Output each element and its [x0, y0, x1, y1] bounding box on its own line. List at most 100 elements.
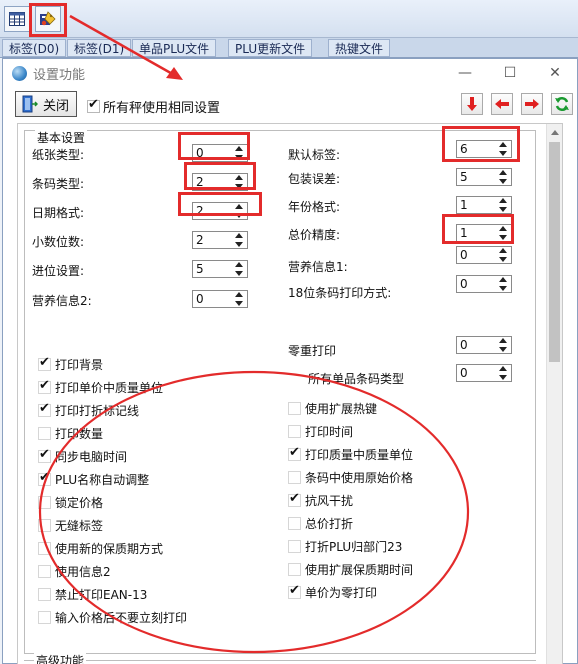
all-plu-barcode-type-spinner[interactable]: 0 [456, 364, 512, 382]
left-option-checkbox-box[interactable] [38, 427, 51, 440]
left-option-checkbox-2[interactable]: 打印打折标记线 [38, 401, 139, 419]
left-option-checkbox-box[interactable] [38, 542, 51, 555]
barcode18-print-label: 18位条码打印方式: [288, 286, 392, 300]
zero-weight-print-value: 0 [460, 338, 468, 352]
left-option-checkbox-5[interactable]: PLU名称自动调整 [38, 470, 149, 488]
package-tolerance-value: 5 [460, 170, 468, 184]
package-tolerance-spinner[interactable]: 5 [456, 168, 512, 186]
right-option-checkbox-box[interactable] [288, 540, 301, 553]
left-option-checkbox-label: 打印背景 [55, 358, 104, 372]
vertical-scrollbar[interactable] [546, 124, 562, 664]
right-option-checkbox-7[interactable]: 使用扩展保质期时间 [288, 561, 413, 578]
left-option-checkbox-0[interactable]: 打印背景 [38, 355, 104, 373]
right-option-checkbox-label: 使用扩展保质期时间 [305, 563, 414, 577]
left-option-checkbox-box[interactable] [38, 447, 51, 463]
right-option-checkbox-2[interactable]: 打印质量中质量单位 [288, 445, 413, 463]
left-option-checkbox-label: 锁定价格 [55, 496, 104, 510]
left-option-checkbox-7[interactable]: 无缝标签 [38, 517, 103, 534]
left-option-checkbox-label: 使用新的保质期方式 [55, 542, 164, 556]
dialog-titlebar[interactable]: 设置功能 — ☐ ✕ [3, 59, 577, 87]
left-option-checkbox-box[interactable] [38, 565, 51, 578]
move-right-button[interactable] [521, 93, 543, 115]
scrollbar-thumb[interactable] [549, 142, 560, 362]
tab-plu-file[interactable]: 单品PLU文件 [132, 39, 217, 57]
scroll-up-icon[interactable] [547, 124, 562, 140]
left-option-checkbox-4[interactable]: 同步电脑时间 [38, 447, 127, 465]
right-option-checkbox-3[interactable]: 条码中使用原始价格 [288, 469, 413, 486]
barcode18-print-spinner[interactable]: 0 [456, 275, 512, 293]
nutrition-info2-spinner[interactable]: 0 [192, 290, 248, 308]
right-option-checkbox-label: 抗风干扰 [305, 494, 354, 508]
left-option-checkbox-1[interactable]: 打印单价中质量单位 [38, 378, 163, 396]
total-price-precision-spinner[interactable]: 1 [456, 224, 512, 242]
left-option-checkbox-label: 无缝标签 [55, 519, 104, 533]
table-icon[interactable] [4, 6, 30, 32]
left-option-checkbox-11[interactable]: 输入价格后不要立刻打印 [38, 609, 187, 626]
right-option-checkbox-label: 打印时间 [305, 425, 354, 439]
move-left-button[interactable] [491, 93, 513, 115]
left-option-checkbox-box[interactable] [38, 496, 51, 509]
default-label-spinner[interactable]: 6 [456, 140, 512, 158]
left-option-checkbox-label: 打印数量 [55, 427, 104, 441]
year-format-spinner[interactable]: 1 [456, 196, 512, 214]
right-option-checkbox-box[interactable] [288, 517, 301, 530]
tab-plu-update-file[interactable]: PLU更新文件 [228, 39, 313, 57]
same-settings-checkbox[interactable]: 所有秤使用相同设置 [87, 97, 220, 116]
right-option-checkbox-box[interactable] [288, 425, 301, 438]
tab-label-d1[interactable]: 标签(D1) [67, 39, 132, 57]
barcode-type-spinner[interactable]: 2 [192, 173, 248, 191]
default-label-value: 6 [460, 142, 468, 156]
rounding-spinner[interactable]: 5 [192, 260, 248, 278]
right-option-checkbox-4[interactable]: 抗风干扰 [288, 491, 354, 509]
move-down-button[interactable] [461, 93, 483, 115]
basic-settings-title: 基本设置 [35, 129, 88, 146]
globe-icon [12, 66, 27, 81]
close-button[interactable]: 关闭 [15, 91, 77, 117]
maximize-icon[interactable]: ☐ [500, 63, 520, 83]
decimal-places-label: 小数位数: [32, 235, 85, 249]
nutrition-info1-spinner[interactable]: 0 [456, 246, 512, 264]
nutrition-info1-label: 营养信息1: [288, 260, 348, 274]
left-option-checkbox-9[interactable]: 使用信息2 [38, 563, 111, 580]
right-option-checkbox-label: 条码中使用原始价格 [305, 471, 414, 485]
right-option-checkbox-8[interactable]: 单价为零打印 [288, 583, 377, 601]
left-option-checkbox-8[interactable]: 使用新的保质期方式 [38, 540, 163, 557]
right-option-checkbox-box[interactable] [288, 491, 301, 507]
minimize-icon[interactable]: — [455, 63, 475, 83]
right-option-checkbox-0[interactable]: 使用扩展热键 [288, 400, 377, 417]
decimal-places-spinner[interactable]: 2 [192, 231, 248, 249]
total-price-precision-label: 总价精度: [288, 228, 341, 242]
zero-weight-print-label: 零重打印 [288, 344, 337, 358]
right-option-checkbox-box[interactable] [288, 471, 301, 484]
rounding-label: 进位设置: [32, 264, 85, 278]
date-format-label: 日期格式: [32, 206, 85, 220]
paper-type-label: 纸张类型: [32, 148, 85, 162]
paper-type-spinner[interactable]: 0 [192, 144, 248, 162]
left-option-checkbox-box[interactable] [38, 355, 51, 371]
refresh-button[interactable] [551, 93, 573, 115]
left-option-checkbox-box[interactable] [38, 519, 51, 532]
left-option-checkbox-3[interactable]: 打印数量 [38, 425, 103, 442]
left-option-checkbox-box[interactable] [38, 611, 51, 624]
zero-weight-print-spinner[interactable]: 0 [456, 336, 512, 354]
right-option-checkbox-5[interactable]: 总价打折 [288, 515, 353, 532]
left-option-checkbox-10[interactable]: 禁止打印EAN-13 [38, 586, 147, 603]
right-option-checkbox-box[interactable] [288, 445, 301, 461]
same-settings-check[interactable] [87, 97, 100, 113]
left-option-checkbox-box[interactable] [38, 588, 51, 601]
right-option-checkbox-box[interactable] [288, 563, 301, 576]
right-option-checkbox-1[interactable]: 打印时间 [288, 423, 353, 440]
date-format-spinner[interactable]: 2 [192, 202, 248, 220]
right-option-checkbox-6[interactable]: 打折PLU归部门23 [288, 538, 402, 555]
total-price-precision-value: 1 [460, 226, 468, 240]
left-option-checkbox-6[interactable]: 锁定价格 [38, 494, 103, 511]
close-window-icon[interactable]: ✕ [545, 63, 565, 83]
right-option-checkbox-box[interactable] [288, 583, 301, 599]
left-option-checkbox-box[interactable] [38, 470, 51, 486]
left-option-checkbox-box[interactable] [38, 378, 51, 394]
tab-label-d0[interactable]: 标签(D0) [2, 39, 67, 57]
right-option-checkbox-box[interactable] [288, 402, 301, 415]
tab-hotkey-file[interactable]: 热键文件 [328, 39, 391, 57]
highlight-box-settings-icon [29, 3, 67, 37]
left-option-checkbox-box[interactable] [38, 401, 51, 417]
